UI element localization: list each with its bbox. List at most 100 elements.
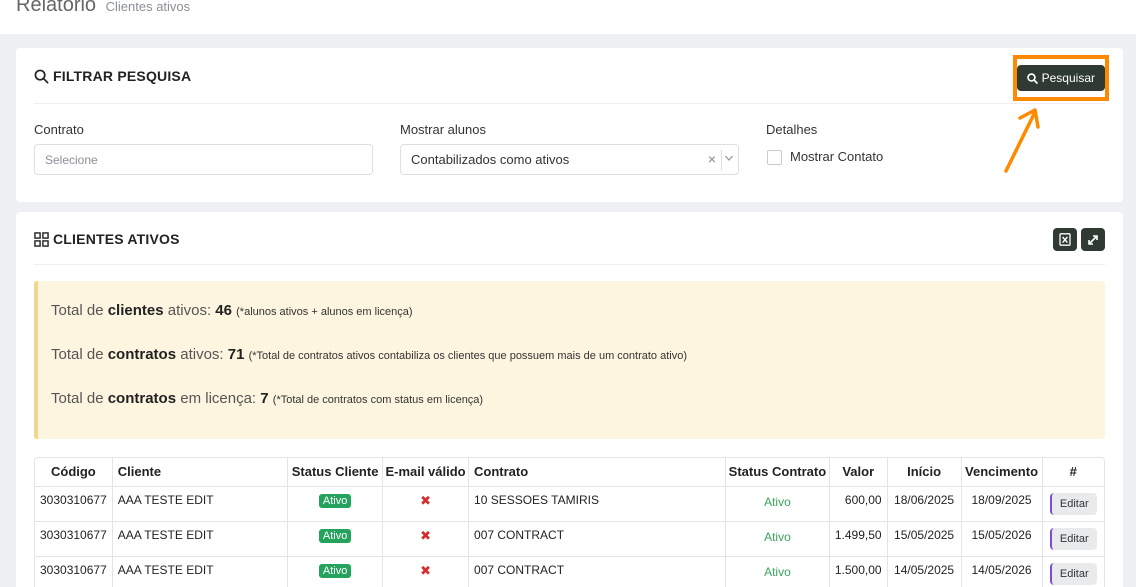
invalid-icon: ✖: [420, 492, 431, 508]
cell-start: 18/06/2025: [887, 486, 962, 522]
summary-clients-active: Total de clientes ativos: 46 (*alunos at…: [51, 302, 413, 319]
col-header-client[interactable]: Cliente: [112, 458, 289, 487]
invalid-icon: ✖: [420, 527, 431, 543]
summary-text: ativos:: [176, 346, 228, 363]
cell-contract-status: Ativo: [725, 556, 830, 587]
cell-due: 18/09/2025: [961, 486, 1043, 522]
cell-client: AAA TESTE EDIT: [112, 486, 289, 522]
select-divider: [721, 150, 722, 170]
clear-icon[interactable]: ×: [708, 151, 716, 167]
col-header-contract-status[interactable]: Status Contrato: [725, 458, 830, 487]
summary-box: Total de clientes ativos: 46 (*alunos at…: [34, 281, 1105, 439]
table-row: 3030310677 AAA TESTE EDIT Ativo ✖ 007 CO…: [35, 521, 1104, 557]
cell-email-valid: ✖: [382, 556, 470, 587]
clients-title: CLIENTES ATIVOS: [34, 231, 180, 247]
cell-value: 600,00: [829, 486, 888, 522]
summary-value: 46: [215, 302, 232, 319]
filter-card-header: FILTRAR PESQUISA Pesquisar: [34, 48, 1105, 104]
col-header-email-valid[interactable]: E-mail válido: [382, 458, 470, 487]
summary-bold: contratos: [107, 390, 177, 407]
cell-code: 3030310677: [35, 486, 113, 522]
col-header-code[interactable]: Código: [35, 458, 113, 487]
summary-note: (*Total de contratos com status em licen…: [272, 394, 484, 406]
excel-export-icon: [1059, 233, 1071, 246]
filter-title-text: FILTRAR PESQUISA: [53, 68, 192, 84]
page-title-text: Relatório: [16, 0, 97, 16]
col-header-contract[interactable]: Contrato: [468, 458, 726, 487]
excel-export-button[interactable]: [1053, 228, 1077, 251]
cell-client: AAA TESTE EDIT: [112, 521, 289, 557]
cell-email-valid: ✖: [382, 521, 470, 557]
edit-button[interactable]: Editar: [1049, 562, 1097, 585]
highlight-box: [1013, 55, 1109, 101]
cell-code: 3030310677: [35, 556, 113, 587]
grid-icon: [34, 231, 49, 247]
summary-text: Total de: [51, 302, 108, 319]
summary-note: (*Total de contratos ativos contabiliza …: [248, 350, 687, 362]
cell-actions: Editar: [1042, 521, 1104, 557]
arrow-annotation: [1004, 108, 1040, 173]
cell-start: 15/05/2025: [887, 521, 962, 557]
invalid-icon: ✖: [420, 562, 431, 578]
edit-button[interactable]: Editar: [1049, 492, 1097, 515]
edit-button[interactable]: Editar: [1049, 527, 1097, 550]
cell-actions: Editar: [1042, 556, 1104, 587]
cell-actions: Editar: [1042, 486, 1104, 522]
status-badge: Ativo: [318, 563, 352, 578]
cell-due: 15/05/2026: [961, 521, 1043, 557]
cell-value: 1.500,00: [829, 556, 888, 587]
status-badge: Ativo: [318, 528, 352, 543]
cell-contract: 007 CONTRACT: [468, 556, 726, 587]
expand-button[interactable]: [1081, 228, 1105, 251]
col-header-value[interactable]: Valor: [829, 458, 888, 487]
search-icon: [34, 69, 49, 83]
summary-note: (*alunos ativos + alunos em licença): [236, 306, 413, 318]
filter-card: FILTRAR PESQUISA Pesquisar Contrato Sele…: [16, 48, 1123, 202]
show-contact-checkbox[interactable]: [767, 150, 782, 165]
page-title: Relatório Clientes ativos: [16, 0, 190, 17]
expand-icon: [1088, 234, 1098, 245]
contract-placeholder: Selecione: [45, 152, 98, 167]
clients-table: Código Cliente Status Cliente E-mail vál…: [34, 457, 1105, 587]
summary-bold: clientes: [107, 302, 164, 319]
summary-text: Total de: [51, 346, 108, 363]
table-row: 3030310677 AAA TESTE EDIT Ativo ✖ 007 CO…: [35, 556, 1104, 587]
col-header-actions: #: [1042, 458, 1104, 487]
status-badge: Ativo: [318, 493, 352, 508]
cell-contract: 007 CONTRACT: [468, 521, 726, 557]
col-header-start[interactable]: Início: [887, 458, 962, 487]
cell-code: 3030310677: [35, 521, 113, 557]
cell-client-status: Ativo: [287, 521, 384, 557]
summary-contracts-leave: Total de contratos em licença: 7 (*Total…: [51, 390, 483, 407]
summary-text: em licença:: [176, 390, 261, 407]
cell-client-status: Ativo: [287, 486, 384, 522]
table-header-row: Código Cliente Status Cliente E-mail vál…: [35, 458, 1104, 487]
summary-contracts-active: Total de contratos ativos: 71 (*Total de…: [51, 346, 687, 363]
cell-contract-status: Ativo: [725, 486, 830, 522]
show-contact-label[interactable]: Mostrar Contato: [790, 149, 883, 164]
summary-bold: contratos: [107, 346, 177, 363]
cell-contract-status: Ativo: [725, 521, 830, 557]
students-label: Mostrar alunos: [400, 122, 486, 137]
col-header-client-status[interactable]: Status Cliente: [287, 458, 384, 487]
summary-value: 7: [260, 390, 269, 407]
cell-due: 14/05/2026: [961, 556, 1043, 587]
page-subtitle: Clientes ativos: [105, 0, 191, 14]
clients-title-text: CLIENTES ATIVOS: [53, 231, 180, 247]
cell-value: 1.499,50: [829, 521, 888, 557]
clients-card: CLIENTES ATIVOS Total de clientes ativos…: [16, 212, 1123, 587]
clients-card-header: CLIENTES ATIVOS: [34, 212, 1105, 265]
filter-title: FILTRAR PESQUISA: [34, 68, 191, 84]
contract-label: Contrato: [34, 122, 84, 137]
students-select[interactable]: Contabilizados como ativos ×: [400, 144, 739, 175]
summary-text: Total de: [51, 390, 108, 407]
cell-email-valid: ✖: [382, 486, 470, 522]
cell-contract: 10 SESSOES TAMIRIS: [468, 486, 726, 522]
cell-start: 14/05/2025: [887, 556, 962, 587]
chevron-down-icon[interactable]: [724, 153, 734, 163]
summary-value: 71: [227, 346, 245, 363]
col-header-due[interactable]: Vencimento: [961, 458, 1043, 487]
table-row: 3030310677 AAA TESTE EDIT Ativo ✖ 10 SES…: [35, 486, 1104, 522]
contract-select[interactable]: Selecione: [34, 144, 373, 175]
summary-text: ativos:: [163, 302, 216, 319]
